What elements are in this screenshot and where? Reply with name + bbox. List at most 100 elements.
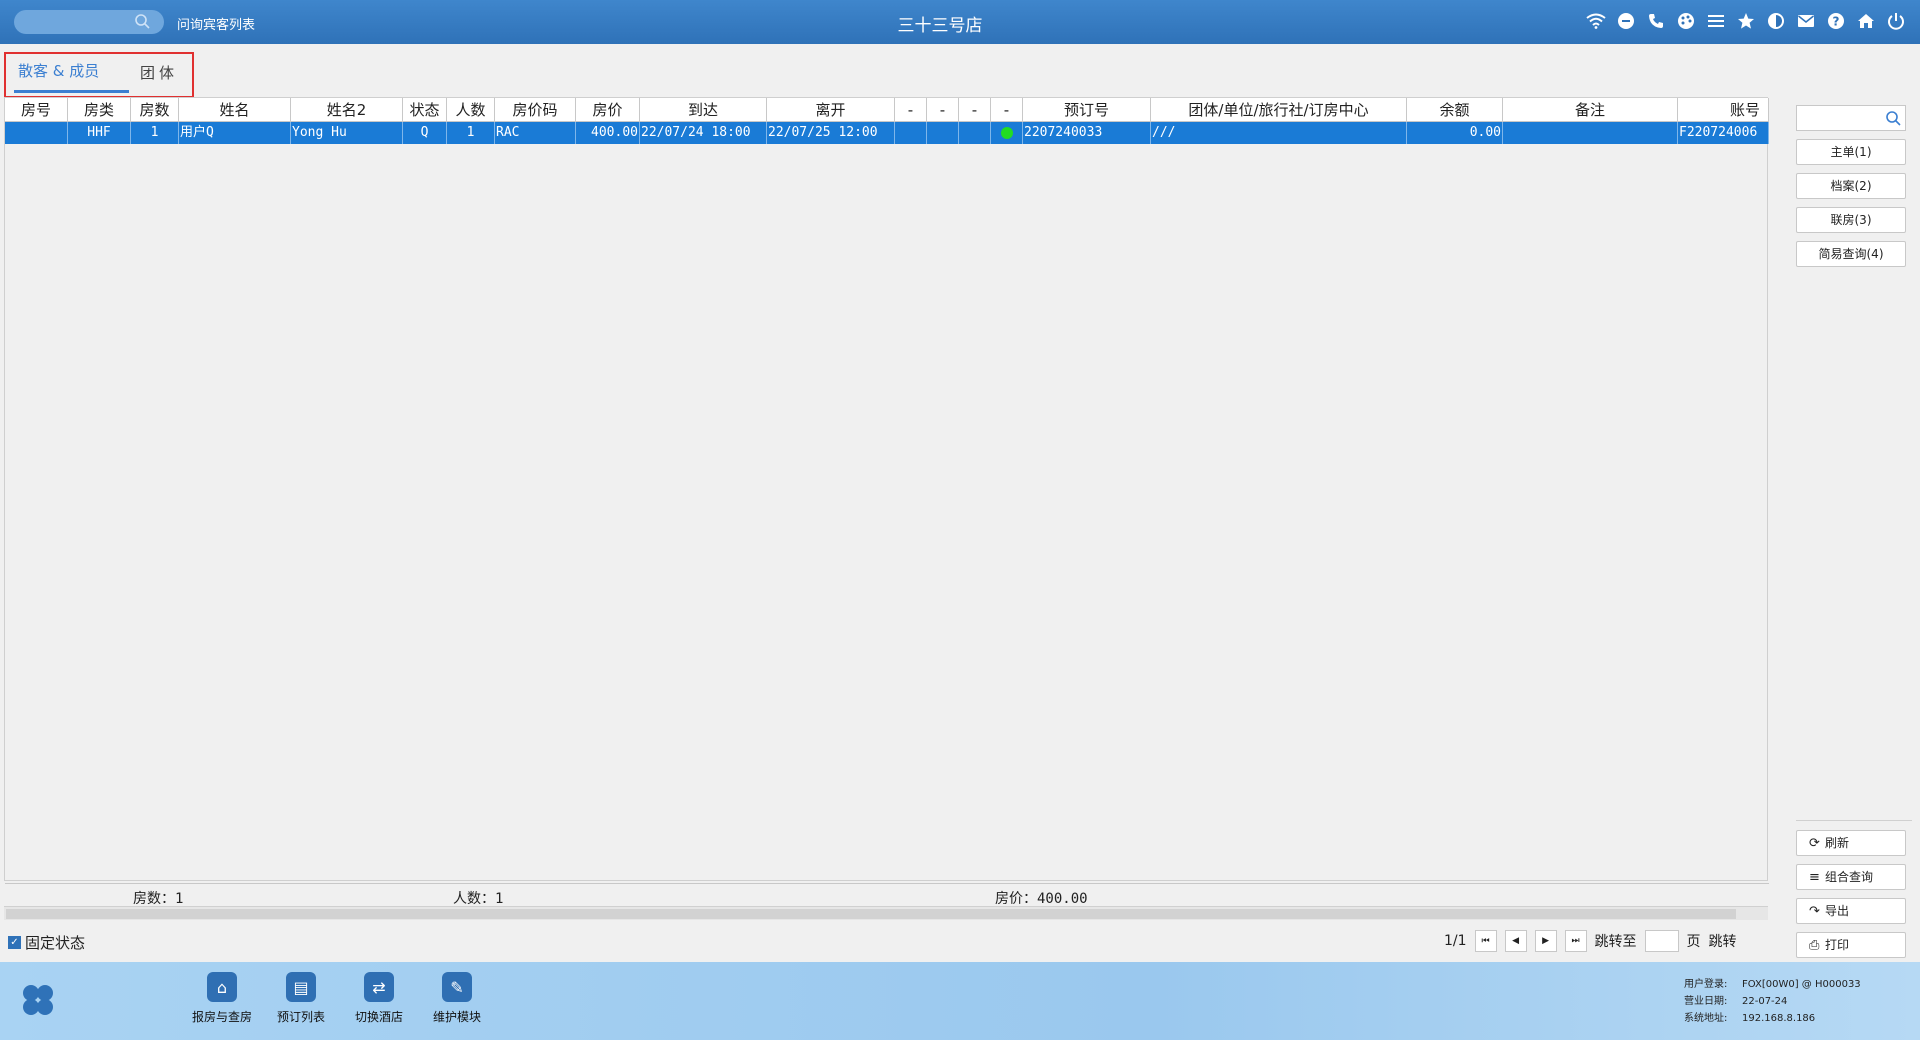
dock-app-label: 维护模块 [432, 1010, 481, 1024]
col-header[interactable]: 房类 [68, 98, 131, 122]
cell-flag3 [959, 122, 991, 144]
col-header[interactable]: 余额 [1407, 98, 1503, 122]
business-date-label: 营业日期: [1684, 996, 1728, 1007]
combined-query-label: 组合查询 [1825, 870, 1874, 884]
col-header[interactable]: 团体/单位/旅行社/订房中心 [1151, 98, 1407, 122]
fixed-state-checkbox[interactable]: ✓ [8, 936, 21, 949]
system-address-label: 系统地址: [1684, 1013, 1728, 1024]
horizontal-scrollbar[interactable] [4, 906, 1768, 920]
col-header[interactable]: - [959, 98, 991, 122]
chat-icon[interactable] [1616, 11, 1636, 31]
dock-booking-list-button[interactable]: ▤ 预订列表 [265, 972, 337, 1025]
bottom-dock: ⌂ 报房与查房 ▤ 预订列表 ⇄ 切换酒店 ✎ 维护模块 用户登录: FOX[00… [0, 962, 1920, 1040]
first-page-button[interactable]: ⏮ [1474, 930, 1497, 952]
help-icon[interactable]: ? [1826, 11, 1846, 31]
col-header[interactable]: 备注 [1503, 98, 1678, 122]
switch-icon: ⇄ [364, 972, 394, 1002]
business-date-value: 22-07-24 [1742, 996, 1788, 1007]
page-unit-label: 页 [1686, 934, 1701, 950]
dock-maintenance-button[interactable]: ✎ 维护模块 [421, 972, 493, 1025]
col-header[interactable]: 状态 [403, 98, 447, 122]
cell-status: Q [403, 122, 447, 144]
house-search-icon: ⌂ [207, 972, 237, 1002]
fixed-state-label: 固定状态 [25, 934, 86, 952]
mail-icon[interactable] [1796, 11, 1816, 31]
dock-switch-hotel-button[interactable]: ⇄ 切换酒店 [343, 972, 415, 1025]
col-header[interactable]: 房价码 [495, 98, 576, 122]
scrollbar-thumb[interactable] [6, 909, 1736, 919]
jump-button[interactable]: 跳转 [1709, 931, 1737, 951]
cell-rate: 400.00 [576, 122, 640, 144]
side-search-input[interactable] [1796, 105, 1906, 131]
last-page-icon: ⏭ [1571, 936, 1580, 946]
cell-booking-no: 2207240033 [1023, 122, 1151, 144]
col-header[interactable]: 到达 [640, 98, 767, 122]
first-page-icon: ⏮ [1481, 936, 1490, 946]
cell-account: F220724006 [1678, 122, 1769, 144]
pagination: 1/1 ⏮ ◀ ▶ ⏭ 跳转至 页 跳转 [1444, 929, 1737, 953]
divider [1796, 820, 1912, 821]
top-bar: 问询宾客列表 三十三号店 ? [0, 0, 1920, 44]
master-bill-button[interactable]: 主单(1) [1796, 139, 1906, 165]
cell-room-no [5, 122, 68, 144]
export-label: 导出 [1825, 904, 1850, 918]
refresh-label: 刷新 [1825, 836, 1850, 850]
document-icon: ▤ [286, 972, 316, 1002]
col-header[interactable]: 离开 [767, 98, 895, 122]
simple-query-button[interactable]: 简易查询(4) [1796, 241, 1906, 267]
col-header[interactable]: 账号 [1678, 98, 1769, 122]
clover-logo-icon[interactable] [18, 980, 58, 1020]
star-icon[interactable] [1736, 11, 1756, 31]
linked-rooms-button[interactable]: 联房(3) [1796, 207, 1906, 233]
col-header[interactable]: - [991, 98, 1023, 122]
combined-query-button[interactable]: ≡ 组合查询 [1796, 864, 1906, 890]
menu-icon[interactable] [1706, 11, 1726, 31]
col-header[interactable]: 房数 [131, 98, 179, 122]
dock-room-status-button[interactable]: ⌂ 报房与查房 [186, 972, 258, 1025]
cell-balance: 0.00 [1407, 122, 1503, 144]
wifi-icon[interactable] [1586, 11, 1606, 31]
prev-page-button[interactable]: ◀ [1504, 930, 1527, 952]
col-header[interactable]: 姓名2 [291, 98, 403, 122]
page-number-input[interactable] [1644, 930, 1679, 952]
guest-table: 房号 房类 房数 姓名 姓名2 状态 人数 房价码 房价 到达 离开 - - -… [4, 97, 1769, 907]
table-summary: 房数：1 人数：1 房价：400.00 [5, 883, 1769, 907]
jump-to-label: 跳转至 [1594, 934, 1637, 950]
power-icon[interactable] [1886, 11, 1906, 31]
col-header[interactable]: - [895, 98, 927, 122]
cell-departure: 22/07/25 12:00 [767, 122, 895, 144]
palette-icon[interactable] [1676, 11, 1696, 31]
table-row[interactable]: HHF 1 用户Q Yong Hu Q 1 RAC 400.00 22/07/2… [5, 122, 1769, 144]
cell-name: 用户Q [179, 122, 291, 144]
tab-individual-members[interactable]: 散客 & 成员 [18, 60, 99, 81]
phone-icon[interactable] [1646, 11, 1666, 31]
print-label: 打印 [1825, 938, 1850, 952]
theme-icon[interactable] [1766, 11, 1786, 31]
next-page-button[interactable]: ▶ [1534, 930, 1557, 952]
col-header[interactable]: 预订号 [1023, 98, 1151, 122]
tab-group[interactable]: 团体 [140, 62, 178, 83]
wrench-icon: ✎ [442, 972, 472, 1002]
home-icon[interactable] [1856, 11, 1876, 31]
cell-rooms: 1 [131, 122, 179, 144]
col-header[interactable]: 人数 [447, 98, 495, 122]
export-button[interactable]: ↷ 导出 [1796, 898, 1906, 924]
system-address-value: 192.168.8.186 [1742, 1013, 1816, 1024]
print-button[interactable]: ⎙ 打印 [1796, 932, 1906, 958]
summary-rate: 房价：400.00 [995, 891, 1088, 907]
cell-flag2 [927, 122, 959, 144]
table-header: 房号 房类 房数 姓名 姓名2 状态 人数 房价码 房价 到达 离开 - - -… [5, 98, 1769, 122]
list-icon: ≡ [1809, 870, 1820, 885]
col-header[interactable]: 姓名 [179, 98, 291, 122]
profile-button[interactable]: 档案(2) [1796, 173, 1906, 199]
col-header[interactable]: 房号 [5, 98, 68, 122]
summary-rooms: 房数：1 [133, 891, 184, 907]
fixed-state-toggle[interactable]: ✓ 固定状态 [8, 932, 85, 953]
side-panel: 主单(1) 档案(2) 联房(3) 简易查询(4) ⟳ 刷新 ≡ 组合查询 ↷ 导出 … [1786, 97, 1920, 958]
col-header[interactable]: 房价 [576, 98, 640, 122]
refresh-button[interactable]: ⟳ 刷新 [1796, 830, 1906, 856]
next-page-icon: ▶ [1542, 936, 1549, 946]
col-header[interactable]: - [927, 98, 959, 122]
last-page-button[interactable]: ⏭ [1564, 930, 1587, 952]
header-toolbar: ? [1586, 11, 1906, 31]
